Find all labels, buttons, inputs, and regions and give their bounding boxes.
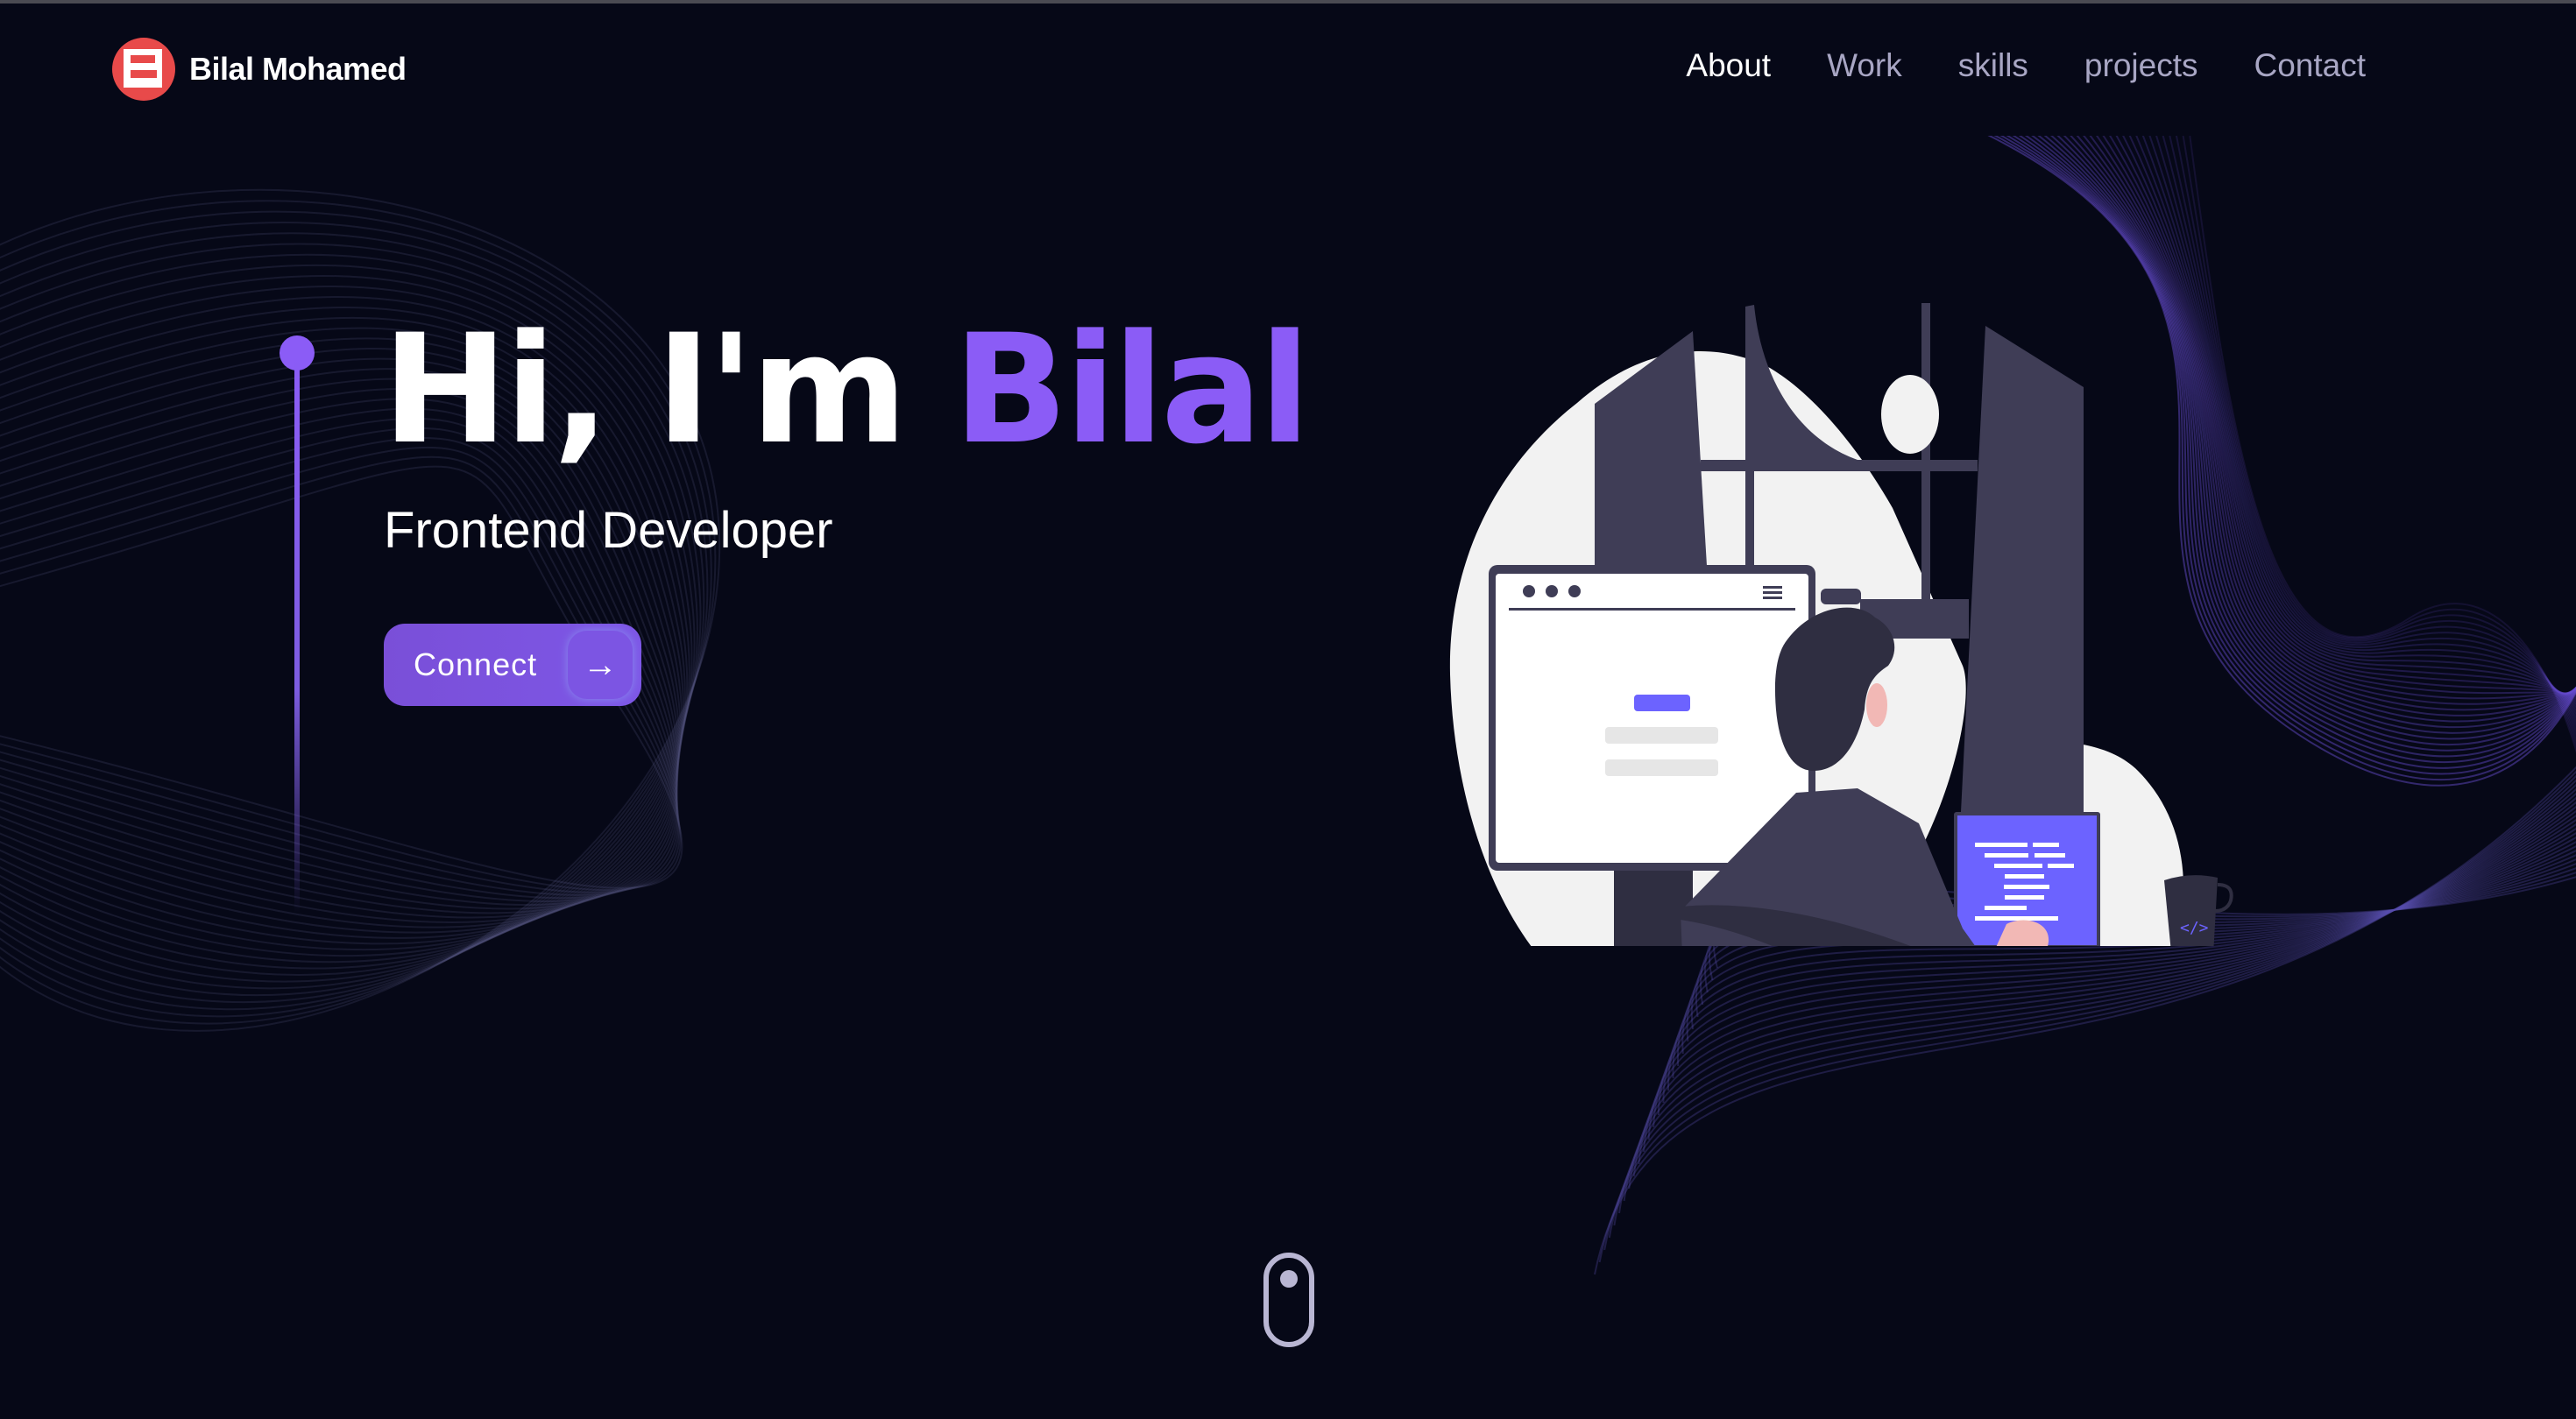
nav-contact[interactable]: Contact bbox=[2254, 47, 2366, 84]
site-header: Bilal Mohamed About Work skills projects… bbox=[0, 4, 2576, 136]
screen-line bbox=[1605, 759, 1718, 776]
hero-subtitle: Frontend Developer bbox=[384, 502, 833, 559]
logo[interactable]: Bilal Mohamed bbox=[112, 38, 407, 101]
wall-left bbox=[1595, 331, 1707, 566]
screen-button bbox=[1634, 695, 1690, 711]
nav-about[interactable]: About bbox=[1686, 47, 1771, 84]
screen-line bbox=[1605, 727, 1718, 744]
moon bbox=[1881, 375, 1939, 454]
lamp-head bbox=[1821, 589, 1861, 604]
developer-illustration: </> bbox=[1449, 303, 2233, 946]
mouse-wheel bbox=[1280, 1270, 1298, 1288]
window-dot-icon bbox=[1568, 585, 1581, 597]
nav-skills[interactable]: skills bbox=[1958, 47, 2028, 84]
window-bar-v bbox=[1921, 303, 1930, 601]
scroll-down-mouse-icon[interactable] bbox=[1263, 1253, 1314, 1347]
window-bar-v2 bbox=[1745, 471, 1754, 566]
hero-heading: Hi, I'm Bilal bbox=[382, 301, 1311, 477]
hero-greeting: Hi, I'm bbox=[382, 301, 953, 477]
browser-divider bbox=[1509, 608, 1795, 611]
window-bar-h bbox=[1701, 460, 1978, 471]
menu-icon bbox=[1763, 586, 1782, 599]
timeline-line bbox=[294, 353, 300, 914]
ear bbox=[1866, 683, 1887, 727]
logo-b-icon bbox=[112, 38, 175, 101]
hero-name: Bilal bbox=[952, 301, 1311, 477]
nav-work[interactable]: Work bbox=[1827, 47, 1902, 84]
arrow-right-icon: → bbox=[568, 631, 633, 699]
connect-button[interactable]: Connect → bbox=[384, 624, 641, 706]
window-dot-icon bbox=[1546, 585, 1558, 597]
main-nav: About Work skills projects Contact bbox=[1686, 47, 2366, 84]
nav-projects[interactable]: projects bbox=[2084, 47, 2198, 84]
monitor-screen bbox=[1496, 574, 1808, 863]
connect-label: Connect bbox=[414, 646, 538, 682]
logo-name: Bilal Mohamed bbox=[189, 51, 407, 87]
code-icon: </> bbox=[2180, 919, 2209, 937]
wall-right bbox=[1961, 326, 2084, 812]
window-dot-icon bbox=[1523, 585, 1535, 597]
mug-handle bbox=[2214, 883, 2233, 913]
